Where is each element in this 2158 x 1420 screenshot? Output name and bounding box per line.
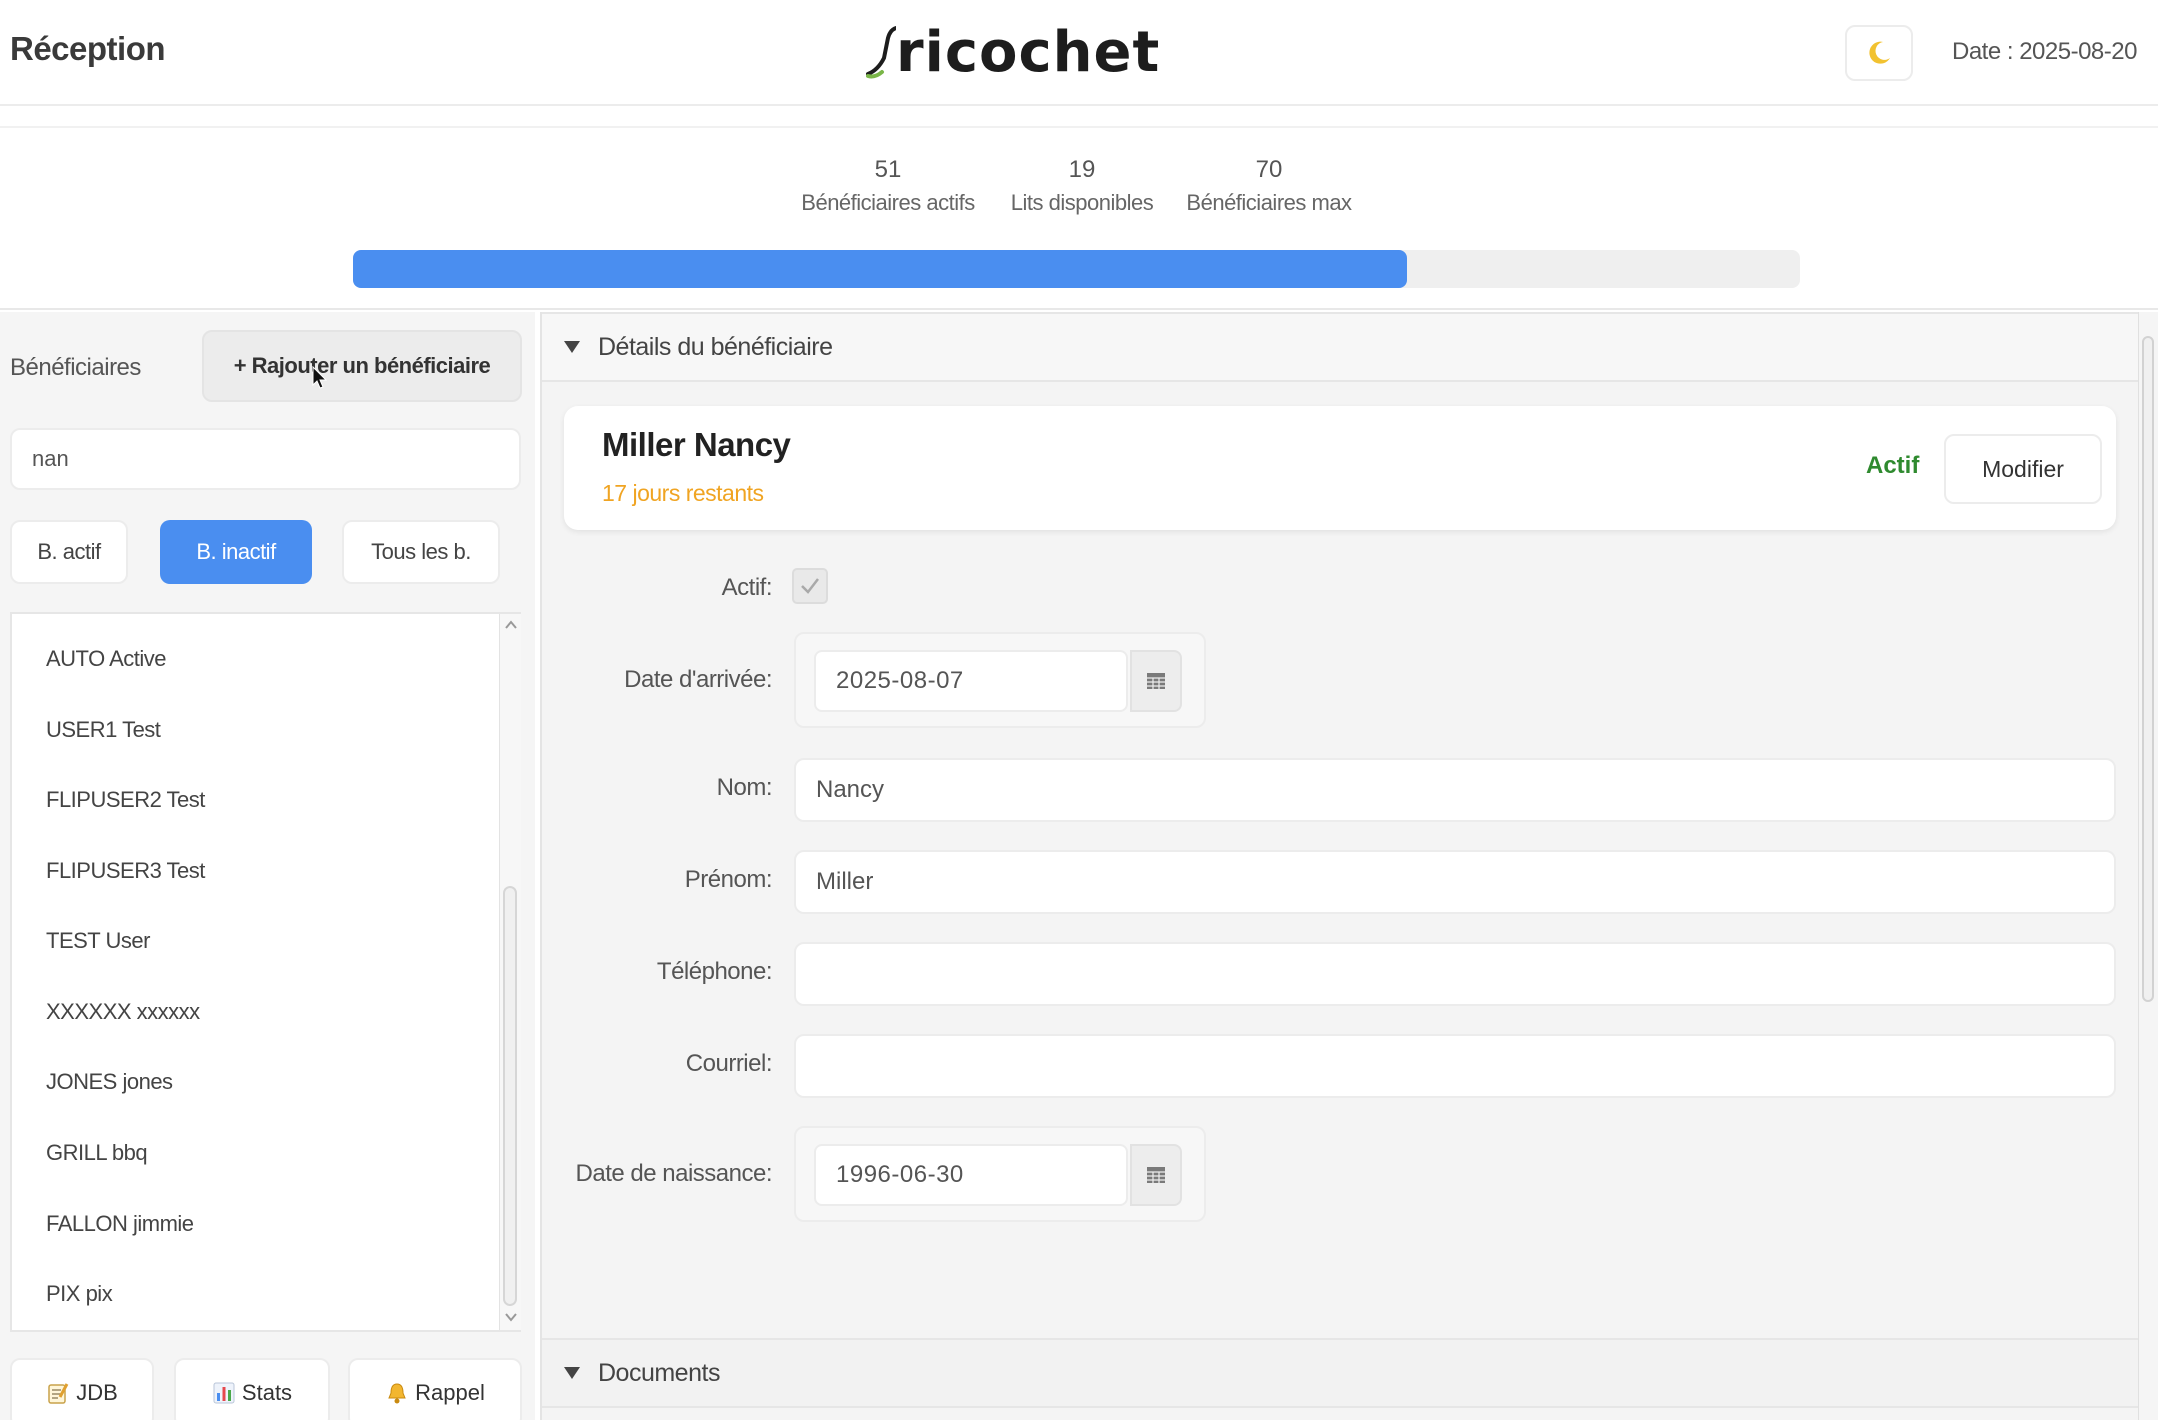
stat-active-value: 51 <box>874 156 902 183</box>
last-name-label: Nom: <box>716 774 773 801</box>
scroll-down-icon[interactable] <box>504 1310 518 1324</box>
mouse-cursor-icon <box>312 366 328 389</box>
stats-button[interactable]: Stats <box>174 1358 330 1420</box>
journal-button[interactable]: JDB <box>10 1358 154 1420</box>
active-checkbox[interactable] <box>792 568 828 604</box>
beneficiary-sidebar: Bénéficiaires + Rajouter un bénéficiaire… <box>0 312 535 1420</box>
list-scroll-thumb[interactable] <box>503 886 517 1306</box>
list-scrollbar[interactable] <box>499 614 521 1330</box>
arrival-date-label: Date d'arrivée: <box>624 666 772 693</box>
bell-icon <box>388 1383 406 1404</box>
calendar-icon <box>1147 1167 1165 1183</box>
collapse-triangle-icon <box>564 341 580 353</box>
bar-chart-icon <box>213 1382 235 1404</box>
reminder-button-label: Rappel <box>415 1380 485 1405</box>
first-name-field[interactable] <box>794 850 2116 914</box>
beneficiary-name: Miller Nancy <box>602 426 791 463</box>
status-badge: Actif <box>1866 452 1920 479</box>
filter-inactive-button[interactable]: B. inactif <box>160 520 312 584</box>
journal-button-label: JDB <box>76 1380 118 1405</box>
phone-field[interactable] <box>794 942 2116 1006</box>
arrival-date-picker <box>794 632 1206 728</box>
filter-all-button[interactable]: Tous les b. <box>342 520 500 584</box>
memo-icon <box>48 1383 69 1404</box>
stats-button-label: Stats <box>241 1380 293 1405</box>
birth-date-label: Date de naissance: <box>575 1160 773 1187</box>
details-scroll-thumb[interactable] <box>2142 336 2154 1002</box>
stat-max: 70 Bénéficiaires max <box>1183 156 1355 216</box>
sidebar-title: Bénéficiaires <box>10 354 141 381</box>
list-item[interactable]: FLIPUSER3 Test <box>46 858 205 884</box>
stat-active-label: Bénéficiaires actifs <box>801 190 975 215</box>
list-item[interactable]: AUTO Active <box>46 646 167 672</box>
reminder-button[interactable]: Rappel <box>348 1358 522 1420</box>
modify-button[interactable]: Modifier <box>1944 434 2102 504</box>
checkmark-icon <box>801 578 819 594</box>
first-name-label: Prénom: <box>684 866 773 893</box>
details-scrollbar[interactable] <box>2138 312 2158 1420</box>
stat-available-label: Lits disponibles <box>1010 190 1154 215</box>
stat-max-label: Bénéficiaires max <box>1186 190 1352 215</box>
list-item[interactable]: FLIPUSER2 Test <box>46 787 205 813</box>
stat-available-value: 19 <box>1068 156 1096 183</box>
collapse-triangle-icon <box>564 1367 580 1379</box>
current-date: Date : 2025-08-20 <box>1952 38 2137 65</box>
search-input[interactable] <box>10 428 521 490</box>
details-section-toggle[interactable]: Détails du bénéficiaire <box>542 312 2138 382</box>
arrival-date-field[interactable] <box>814 650 1128 712</box>
stat-active: 51 Bénéficiaires actifs <box>798 156 978 216</box>
beneficiary-summary-card: Miller Nancy 17 jours restants Actif Mod… <box>564 406 2116 530</box>
occupancy-progress-fill <box>353 250 1408 288</box>
page-title: Réception <box>10 30 166 67</box>
filter-active-button[interactable]: B. actif <box>10 520 128 584</box>
stat-available: 19 Lits disponibles <box>1001 156 1163 216</box>
email-field[interactable] <box>794 1034 2116 1098</box>
phone-label: Téléphone: <box>656 958 773 985</box>
details-section-title: Détails du bénéficiaire <box>598 332 833 361</box>
top-bar: Réception ricochet Date : 2025-08-20 <box>0 0 2158 106</box>
birth-date-picker <box>794 1126 1206 1222</box>
list-item[interactable]: USER1 Test <box>46 717 161 743</box>
stats-panel: 51 Bénéficiaires actifs 19 Lits disponib… <box>0 126 2158 310</box>
list-item[interactable]: GRILL bbq <box>46 1140 148 1166</box>
list-item[interactable]: FALLON jimmie <box>46 1211 194 1237</box>
active-label: Actif: <box>721 574 773 601</box>
list-item[interactable]: JONES jones <box>46 1069 173 1095</box>
days-remaining: 17 jours restants <box>602 480 764 506</box>
theme-toggle-button[interactable] <box>1845 25 1913 81</box>
birth-date-field[interactable] <box>814 1144 1128 1206</box>
stat-max-value: 70 <box>1255 156 1283 183</box>
add-beneficiary-button[interactable]: + Rajouter un bénéficiaire <box>202 330 522 402</box>
logo-mark-icon <box>866 26 896 79</box>
scroll-up-icon[interactable] <box>504 618 518 632</box>
arrival-calendar-button[interactable] <box>1130 650 1182 712</box>
list-item[interactable]: TEST User <box>46 928 150 954</box>
birth-calendar-button[interactable] <box>1130 1144 1182 1206</box>
occupancy-progress-bar <box>353 250 1800 288</box>
logo-text: ricochet <box>896 20 1161 85</box>
beneficiary-details-panel: Détails du bénéficiaire Miller Nancy 17 … <box>540 312 2138 1420</box>
documents-section-title: Documents <box>598 1358 720 1387</box>
list-item[interactable]: PIX pix <box>46 1281 113 1307</box>
moon-icon <box>1869 41 1890 64</box>
email-label: Courriel: <box>685 1050 773 1077</box>
ricochet-logo: ricochet <box>866 18 1160 88</box>
beneficiary-list[interactable]: AUTO Active USER1 Test FLIPUSER2 Test FL… <box>10 612 521 1332</box>
documents-section-toggle[interactable]: Documents <box>542 1338 2138 1408</box>
calendar-icon <box>1147 673 1165 689</box>
last-name-field[interactable] <box>794 758 2116 822</box>
list-item[interactable]: XXXXXX xxxxxx <box>46 999 200 1025</box>
